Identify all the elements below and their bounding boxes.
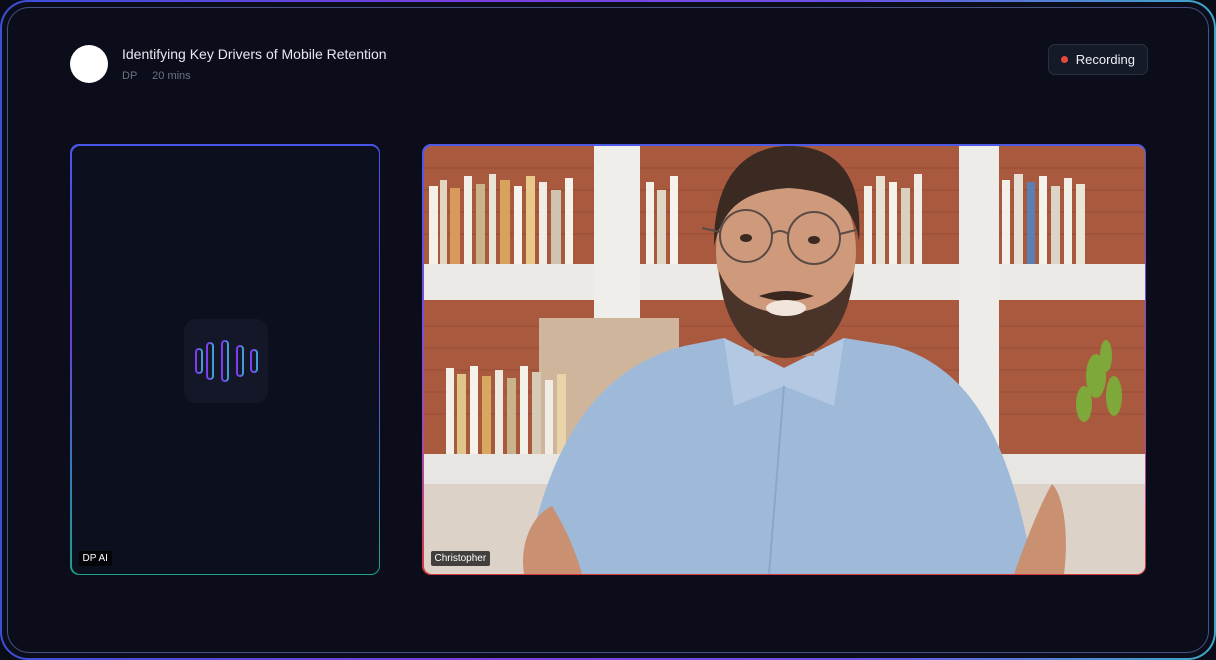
recording-dot-icon — [1060, 56, 1068, 63]
participant-tile-ai[interactable]: DP AI — [70, 144, 380, 575]
recording-button[interactable]: Recording — [1047, 44, 1148, 75]
participant-name-tag: DP AI — [78, 550, 112, 566]
meeting-title: Identifying Key Drivers of Mobile Retent… — [122, 46, 387, 62]
meeting-duration: 20 mins — [152, 70, 191, 82]
participant-name-tag: Christopher — [430, 550, 491, 566]
meeting-meta: DP 20 mins — [122, 70, 191, 82]
participant-tile-video[interactable]: Christopher — [422, 144, 1146, 575]
video-feed: Christopher — [423, 145, 1145, 574]
avatar — [70, 45, 108, 83]
meeting-header: Identifying Key Drivers of Mobile Retent… — [70, 44, 1148, 86]
host-initials: DP — [122, 70, 138, 82]
recording-label: Recording — [1075, 52, 1135, 67]
video-frame-illustration — [423, 145, 1145, 574]
audio-wave-icon — [183, 318, 268, 403]
